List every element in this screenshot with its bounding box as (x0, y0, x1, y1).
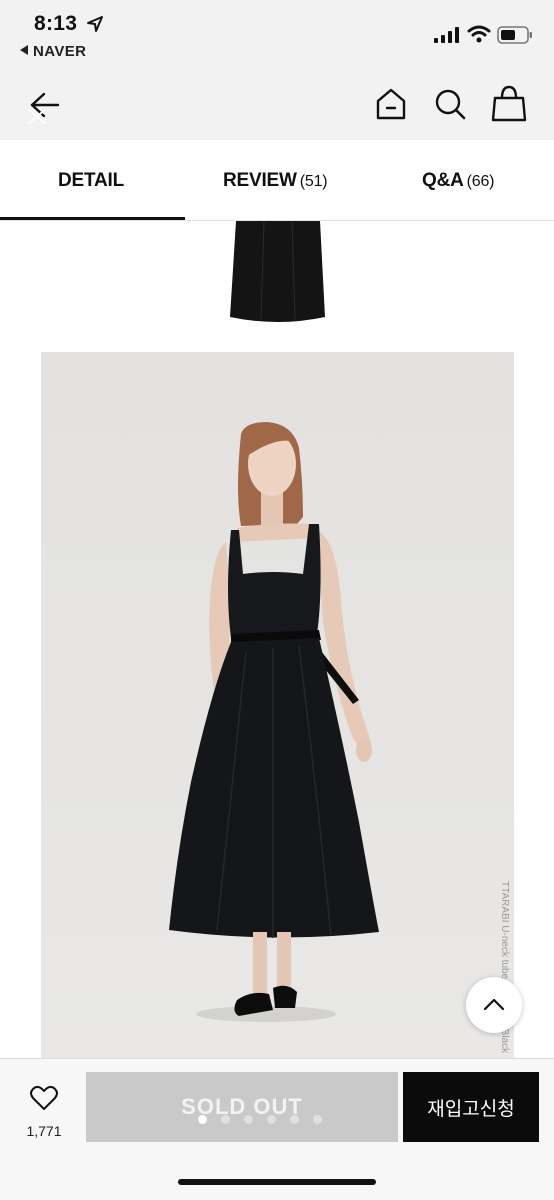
purchase-bar: 1,771 SOLD OUT 재입고신청 (0, 1058, 554, 1200)
back-triangle-icon (20, 45, 28, 55)
home-button[interactable] (371, 84, 411, 124)
tab-qna-count: (66) (466, 173, 495, 190)
model-illustration (169, 422, 379, 1022)
cellular-signal-icon (434, 27, 459, 43)
tab-review[interactable]: REVIEW (51) (223, 170, 328, 192)
carousel-dot[interactable] (313, 1115, 322, 1124)
like-button[interactable]: 1,771 (18, 1085, 70, 1139)
shopping-bag-icon (491, 85, 527, 122)
wifi-icon (467, 25, 491, 43)
status-time: 8:13 (34, 12, 78, 35)
carousel-dots (198, 1115, 322, 1124)
product-model-photo (41, 352, 514, 1058)
top-nav (0, 70, 554, 140)
tab-qna-label: Q&A (422, 170, 464, 191)
carousel-dot[interactable] (244, 1115, 253, 1124)
home-indicator[interactable] (178, 1179, 376, 1185)
product-tabs: DETAIL REVIEW (51) Q&A (66) (0, 140, 554, 221)
search-icon (435, 89, 466, 120)
tab-detail[interactable]: DETAIL (58, 170, 124, 192)
restock-request-button[interactable]: 재입고신청 (403, 1072, 539, 1142)
tab-qna[interactable]: Q&A (66) (422, 170, 494, 192)
product-detail-content: TTARABI U-neck tube top dress_Black (0, 221, 554, 1058)
scroll-to-top-button[interactable] (466, 977, 522, 1033)
tab-review-label: REVIEW (223, 170, 297, 191)
carousel-dot[interactable] (198, 1115, 207, 1124)
search-button[interactable] (430, 84, 470, 124)
chevron-up-icon (483, 998, 505, 1011)
tab-review-count: (51) (299, 173, 328, 190)
like-count: 1,771 (26, 1123, 62, 1139)
carousel-dot[interactable] (290, 1115, 299, 1124)
back-to-app-link[interactable]: NAVER (20, 43, 86, 60)
active-tab-indicator (0, 217, 185, 220)
tab-detail-label: DETAIL (58, 170, 124, 191)
carousel-dot[interactable] (221, 1115, 230, 1124)
carousel-dot[interactable] (267, 1115, 276, 1124)
back-app-label: NAVER (33, 43, 87, 60)
cart-button[interactable] (489, 84, 529, 124)
previous-product-image (230, 221, 325, 322)
heart-icon (30, 1085, 58, 1110)
back-arrow-icon (27, 92, 60, 124)
battery-icon (497, 26, 532, 44)
location-arrow-icon (87, 16, 103, 32)
home-icon (376, 88, 406, 120)
back-button[interactable] (22, 84, 62, 124)
sold-out-button: SOLD OUT (86, 1072, 398, 1142)
status-bar: 8:13 NAVER (0, 0, 554, 70)
